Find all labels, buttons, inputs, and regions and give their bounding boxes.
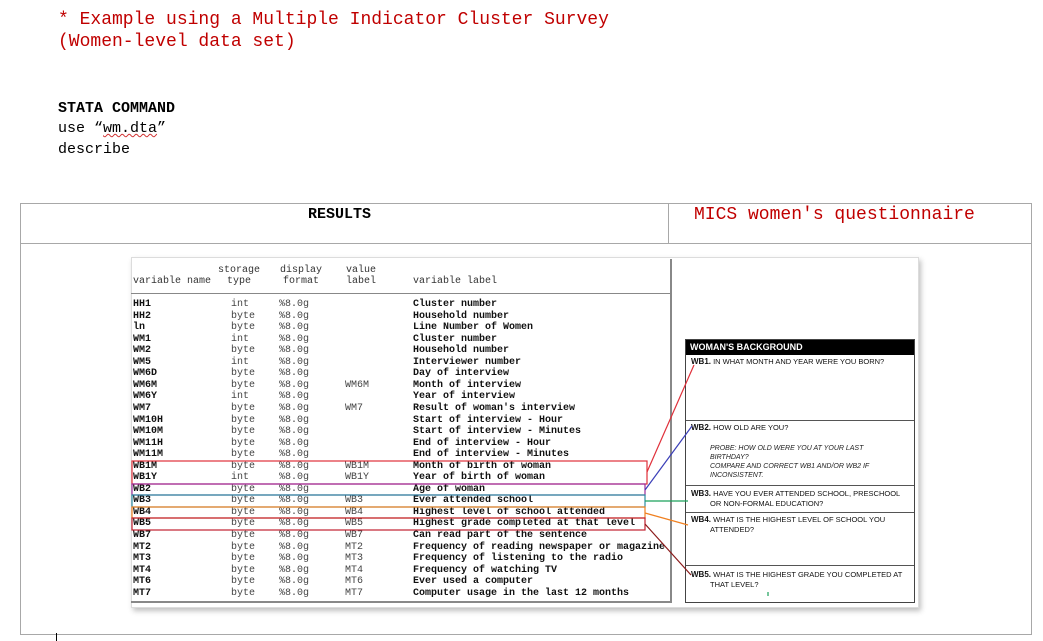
highlight-wb1 xyxy=(131,460,648,485)
highlight-wb3 xyxy=(131,494,646,508)
link-line-wb4 xyxy=(644,512,689,526)
highlight-wb5 xyxy=(131,517,646,531)
highlight-wb4 xyxy=(131,506,646,519)
link-line-wb5 xyxy=(644,523,692,576)
highlight-wb2 xyxy=(131,483,646,496)
link-line-wb2 xyxy=(644,425,693,491)
link-overlay xyxy=(131,364,769,596)
